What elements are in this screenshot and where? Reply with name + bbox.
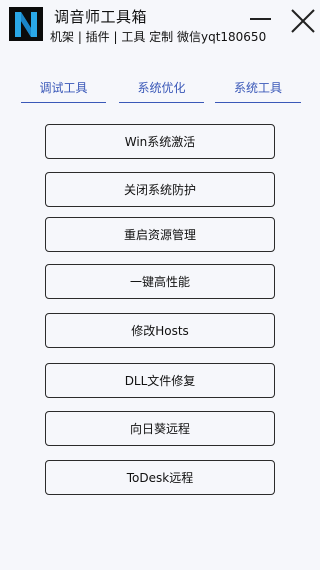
tab-system-optimize[interactable]: 系统优化: [119, 79, 204, 103]
app-window: 调音师工具箱 机架 | 插件 | 工具 定制 微信yqt180650 调试工具 …: [0, 0, 320, 570]
close-button[interactable]: [290, 8, 316, 34]
tab-debug-tools[interactable]: 调试工具: [21, 79, 106, 103]
app-logo: [9, 7, 43, 41]
todesk-remote-button[interactable]: ToDesk远程: [45, 460, 275, 495]
close-icon: [291, 9, 315, 33]
app-title: 调音师工具箱: [54, 8, 148, 26]
disable-protection-button[interactable]: 关闭系统防护: [45, 172, 275, 207]
logo-n-icon: [15, 12, 37, 37]
sunlogin-remote-button[interactable]: 向日葵远程: [45, 411, 275, 446]
dll-repair-button[interactable]: DLL文件修复: [45, 363, 275, 398]
minimize-button[interactable]: [250, 10, 272, 26]
edit-hosts-button[interactable]: 修改Hosts: [45, 313, 275, 348]
win-activate-button[interactable]: Win系统激活: [45, 124, 275, 159]
app-subtitle: 机架 | 插件 | 工具 定制 微信yqt180650: [50, 30, 267, 44]
high-performance-button[interactable]: 一键高性能: [45, 264, 275, 299]
restart-explorer-button[interactable]: 重启资源管理: [45, 217, 275, 252]
tab-system-tools[interactable]: 系统工具: [215, 79, 301, 103]
